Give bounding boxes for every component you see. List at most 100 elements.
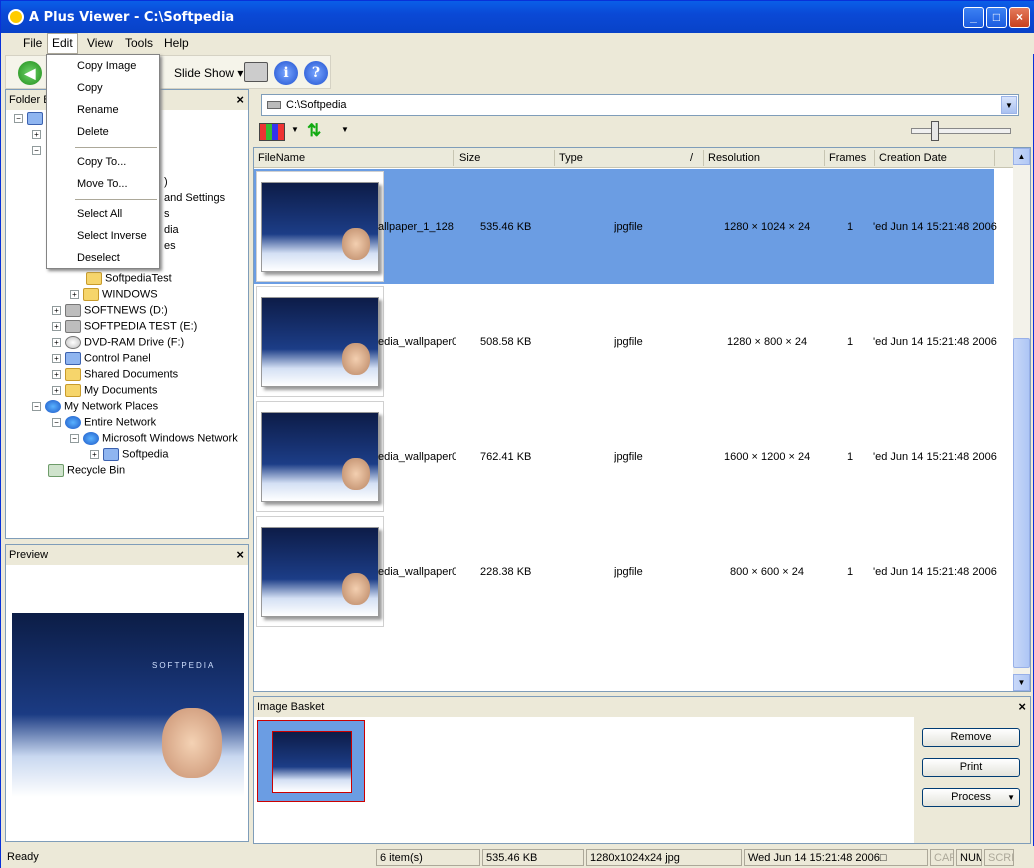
tree-node-softpedia-workgroup[interactable]: + Softpedia — [90, 448, 168, 464]
expand-icon[interactable]: + — [32, 129, 41, 139]
tree-node-partial[interactable]: s — [164, 208, 170, 224]
collapse-icon[interactable]: − — [52, 418, 61, 427]
tree-node-entire-network[interactable]: − Entire Network — [52, 416, 156, 432]
info-icon[interactable]: i — [274, 61, 298, 85]
basket-item[interactable] — [257, 720, 365, 802]
tree-node-drive-f[interactable]: + DVD-RAM Drive (F:) — [52, 336, 184, 352]
column-header-size[interactable]: Size — [459, 152, 480, 164]
path-combobox[interactable]: C:\Softpedia ▼ — [261, 94, 1019, 116]
menu-item-move-to[interactable]: Move To... — [77, 178, 128, 190]
close-button[interactable]: × — [1009, 7, 1030, 28]
expand-icon[interactable]: + — [90, 450, 99, 459]
menu-item-deselect[interactable]: Deselect — [77, 252, 120, 264]
tree-root[interactable]: − — [14, 112, 46, 128]
menu-file[interactable]: File — [23, 36, 42, 50]
menu-edit[interactable]: Edit — [47, 33, 78, 54]
chevron-down-icon[interactable]: ▼ — [341, 125, 349, 134]
view-mode-icon[interactable] — [259, 123, 285, 141]
tree-node-partial[interactable]: dia — [164, 224, 179, 240]
tree-node[interactable]: − — [32, 144, 45, 160]
vertical-scrollbar[interactable]: ▲ ▼ — [1013, 148, 1030, 691]
view-toolbar: ▼ ⇅ ▼ — [259, 119, 1029, 145]
tree-label: SOFTPEDIA TEST (E:) — [84, 320, 198, 333]
window-title: A Plus Viewer - C:\Softpedia — [29, 10, 235, 25]
menu-item-select-inverse[interactable]: Select Inverse — [77, 230, 147, 242]
tree-node-documents-settings[interactable]: and Settings — [164, 192, 225, 208]
table-row[interactable]: edia_wallpaper0 762.41 KB jpgfile 1600 ×… — [254, 399, 997, 514]
close-icon[interactable]: × — [236, 92, 244, 107]
expand-icon[interactable]: + — [52, 370, 61, 379]
tree-label: DVD-RAM Drive (F:) — [84, 336, 185, 349]
table-row[interactable]: edia_wallpaper0 228.38 KB jpgfile 800 × … — [254, 514, 997, 629]
tree-node-partial[interactable]: es — [164, 240, 176, 256]
tree-node-shared-documents[interactable]: + Shared Documents — [52, 368, 178, 384]
tree-node-partial[interactable]: ) — [164, 176, 168, 192]
table-row[interactable]: allpaper_1_128 535.46 KB jpgfile 1280 × … — [254, 169, 997, 284]
tree-node-my-documents[interactable]: + My Documents — [52, 384, 157, 400]
slideshow-button[interactable]: Slide Show ▾ — [174, 66, 243, 80]
tree-label: SoftpediaTest — [105, 272, 172, 285]
cell-date: 'ed Jun 14 15:21:48 2006 — [873, 566, 997, 578]
chevron-down-icon[interactable]: ▼ — [291, 125, 299, 134]
collapse-icon[interactable]: − — [70, 434, 79, 443]
menu-help[interactable]: Help — [164, 36, 189, 50]
menu-item-delete[interactable]: Delete — [77, 126, 109, 138]
collapse-icon[interactable]: − — [32, 402, 41, 411]
tree-node[interactable]: + — [32, 128, 45, 144]
maximize-button[interactable]: □ — [986, 7, 1007, 28]
expand-icon[interactable]: + — [52, 386, 61, 395]
tree-node-recycle-bin[interactable]: Recycle Bin — [48, 464, 125, 480]
sort-icon[interactable]: ⇅ — [307, 121, 321, 141]
desktop-icon — [27, 112, 43, 125]
column-header-frames[interactable]: Frames — [829, 152, 866, 164]
tree-label: Microsoft Windows Network — [102, 432, 238, 445]
remove-button[interactable]: Remove — [922, 728, 1020, 747]
cell-resolution: 1280 × 1024 × 24 — [724, 221, 811, 233]
minimize-button[interactable]: _ — [963, 7, 984, 28]
tree-node-windows-network[interactable]: − Microsoft Windows Network — [70, 432, 238, 448]
collapse-icon[interactable]: − — [14, 114, 23, 123]
tree-node-softpediatest[interactable]: SoftpediaTest — [86, 272, 172, 288]
menu-item-copy-image[interactable]: Copy Image — [77, 60, 136, 72]
thumbnail-size-slider-track[interactable] — [911, 128, 1011, 134]
column-header-filename[interactable]: FileName — [258, 152, 305, 164]
menu-item-rename[interactable]: Rename — [77, 104, 119, 116]
column-header-type[interactable]: Type — [559, 152, 583, 164]
tree-node-drive-e[interactable]: + SOFTPEDIA TEST (E:) — [52, 320, 197, 336]
collapse-icon[interactable]: − — [32, 145, 41, 155]
menu-item-select-all[interactable]: Select All — [77, 208, 122, 220]
column-header-creation-date[interactable]: Creation Date — [879, 152, 947, 164]
scroll-up-icon[interactable]: ▲ — [1013, 148, 1030, 165]
tree-node-control-panel[interactable]: + Control Panel — [52, 352, 151, 368]
cell-frames: 1 — [847, 566, 854, 578]
chevron-down-icon[interactable]: ▼ — [1001, 96, 1017, 114]
close-icon[interactable]: × — [236, 547, 244, 562]
close-icon[interactable]: × — [1018, 699, 1026, 714]
tree-node-windows[interactable]: + WINDOWS — [70, 288, 158, 304]
expand-icon[interactable]: + — [52, 338, 61, 347]
expand-icon[interactable]: + — [52, 306, 61, 315]
print-button[interactable]: Print — [922, 758, 1020, 777]
menu-item-copy-to[interactable]: Copy To... — [77, 156, 126, 168]
status-num: NUM — [956, 849, 982, 866]
back-arrow-icon[interactable]: ◀ — [18, 61, 42, 85]
expand-icon[interactable]: + — [52, 354, 61, 363]
table-row[interactable]: edia_wallpaper0 508.58 KB jpgfile 1280 ×… — [254, 284, 997, 399]
image-basket-header: Image Basket × — [254, 697, 1030, 717]
thumbnail-size-slider-handle[interactable] — [931, 121, 939, 141]
menu-view[interactable]: View — [87, 36, 113, 50]
help-icon[interactable]: ? — [304, 61, 328, 85]
scroll-down-icon[interactable]: ▼ — [1013, 674, 1030, 691]
menu-tools[interactable]: Tools — [125, 36, 153, 50]
preview-image: SOFTPEDIA — [12, 613, 244, 797]
scroll-thumb[interactable] — [1013, 338, 1030, 668]
menu-separator — [75, 147, 157, 148]
expand-icon[interactable]: + — [70, 290, 79, 299]
expand-icon[interactable]: + — [52, 322, 61, 331]
tree-node-drive-d[interactable]: + SOFTNEWS (D:) — [52, 304, 168, 320]
printer-icon[interactable] — [244, 62, 268, 82]
process-button[interactable]: Process ▼ — [922, 788, 1020, 807]
menu-item-copy[interactable]: Copy — [77, 82, 103, 94]
column-header-resolution[interactable]: Resolution — [708, 152, 760, 164]
tree-node-network-places[interactable]: − My Network Places — [32, 400, 158, 416]
